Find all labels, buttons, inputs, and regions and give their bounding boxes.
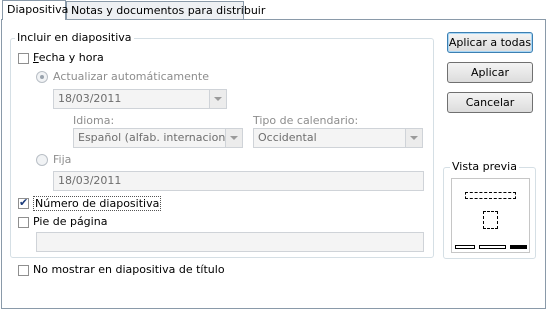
fija-radio[interactable] xyxy=(36,154,48,166)
aplicar-button[interactable]: Aplicar xyxy=(447,62,533,83)
no-mostrar-label: No mostrar en diapositiva de título xyxy=(33,263,225,276)
actualizar-label: Actualizar automáticamente xyxy=(53,70,209,83)
numero-diapositiva-label: Número de diapositiva xyxy=(33,196,162,211)
pie-pagina-checkbox[interactable] xyxy=(18,217,29,228)
calendario-label: Tipo de calendario: xyxy=(253,114,359,127)
vista-previa-title: Vista previa xyxy=(450,160,519,173)
idioma-dropdown[interactable]: Español (alfab. internacional) xyxy=(73,128,243,148)
idioma-label: Idioma: xyxy=(73,114,115,127)
actualizar-date-dropdown[interactable]: 18/03/2011 xyxy=(53,89,227,109)
tab-notas-documentos[interactable]: Notas y documentos para distribuir xyxy=(66,1,265,19)
numero-diapositiva-checkbox[interactable] xyxy=(18,196,29,209)
chevron-down-icon[interactable] xyxy=(405,129,422,147)
fecha-hora-label: Fecha y hora xyxy=(33,51,104,64)
cancelar-button[interactable]: Cancelar xyxy=(447,92,533,113)
pie-pagina-input[interactable] xyxy=(36,232,424,252)
chevron-down-icon[interactable] xyxy=(225,129,242,147)
calendario-dropdown[interactable]: Occidental xyxy=(253,128,423,148)
preview-body-placeholder xyxy=(483,211,498,229)
cancelar-label: Cancelar xyxy=(465,96,515,109)
idioma-value: Español (alfab. internacional) xyxy=(78,131,240,144)
preview-slide xyxy=(451,178,530,253)
preview-number-placeholder xyxy=(510,245,527,249)
tab-notas-label: Notas y documentos para distribuir xyxy=(71,4,266,17)
no-mostrar-checkbox[interactable] xyxy=(18,265,29,276)
fija-label: Fija xyxy=(53,153,72,166)
actualizar-radio[interactable] xyxy=(36,71,48,83)
aplicar-label: Aplicar xyxy=(471,66,509,79)
group-title: Incluir en diapositiva xyxy=(15,31,134,44)
fecha-hora-checkbox[interactable] xyxy=(18,53,29,64)
preview-date-placeholder xyxy=(455,245,475,249)
pie-pagina-label: Pie de página xyxy=(33,215,108,228)
actualizar-date-value: 18/03/2011 xyxy=(58,92,122,105)
chevron-down-icon[interactable] xyxy=(209,90,226,108)
aplicar-todas-button[interactable]: Aplicar a todas xyxy=(447,32,533,53)
tab-diapositiva[interactable]: Diapositiva xyxy=(2,0,69,20)
fija-value: 18/03/2011 xyxy=(58,174,122,187)
calendario-value: Occidental xyxy=(258,131,317,144)
preview-footer-placeholder xyxy=(479,245,506,249)
aplicar-todas-label: Aplicar a todas xyxy=(448,36,532,49)
preview-title-placeholder xyxy=(465,192,516,199)
tab-diapositiva-label: Diapositiva xyxy=(7,3,69,16)
fija-input[interactable]: 18/03/2011 xyxy=(53,171,424,191)
